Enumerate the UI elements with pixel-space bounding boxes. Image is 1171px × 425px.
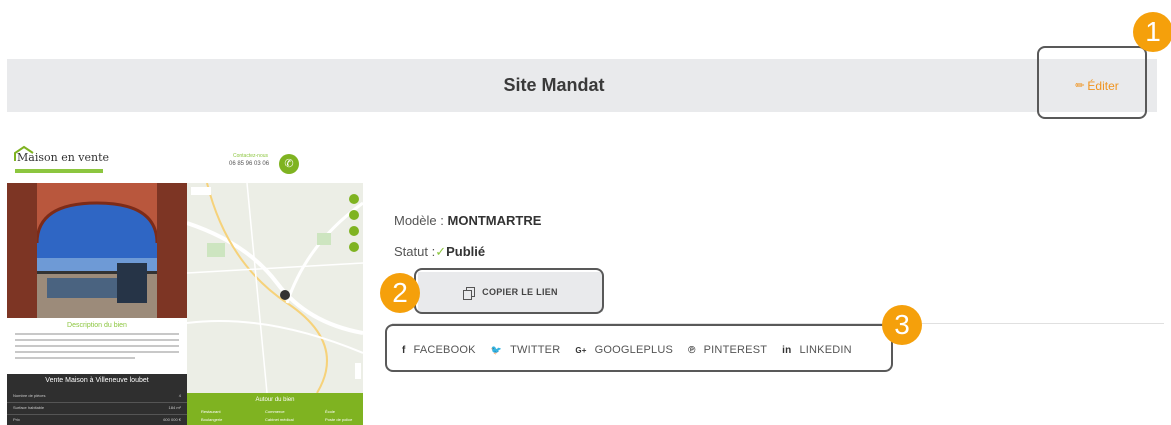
callout-box-social	[385, 324, 893, 372]
around-item: Commerce	[265, 409, 285, 414]
detail-value: 4	[178, 393, 181, 398]
detail-value: 600 000 €	[163, 417, 181, 422]
model-row: Modèle : MONTMARTRE	[394, 213, 541, 228]
status-value: Publié	[446, 244, 486, 259]
preview-details-panel: Vente Maison à Villeneuve loubet Nombre …	[7, 374, 187, 425]
check-icon: ✓	[435, 244, 447, 259]
around-item: Restaurant	[201, 409, 221, 414]
preview-description-title: Description du bien	[67, 322, 127, 329]
preview-phone-number: 06 85 96 03 06	[229, 161, 270, 167]
site-preview-thumbnail[interactable]: Maison en vente Contactez-nous 06 85 96 …	[7, 143, 363, 425]
text-line	[15, 345, 179, 347]
around-item: Cabinet médical	[265, 417, 294, 422]
around-item: Boulangerie	[201, 417, 223, 422]
text-line	[15, 333, 179, 335]
detail-label: Prix	[13, 417, 20, 422]
terrace-photo	[7, 183, 187, 318]
model-label: Modèle :	[394, 213, 444, 228]
detail-divider	[7, 402, 187, 403]
preview-around-panel: Autour du bien Restaurant Commerce École…	[187, 393, 363, 425]
callout-badge-1: 1	[1133, 12, 1171, 52]
around-item: École	[325, 409, 336, 414]
header-bar: Site Mandat ✏ Éditer	[7, 59, 1157, 112]
status-label: Statut :	[394, 244, 436, 259]
around-item: Poste de police	[325, 417, 353, 422]
status-row: Statut :✓Publié	[394, 244, 485, 260]
preview-phone-label: Contactez-nous	[233, 153, 269, 159]
text-line	[15, 351, 179, 353]
callout-badge-2: 2	[380, 273, 420, 313]
phone-icon: ✆	[279, 154, 299, 174]
detail-label: Nombre de pièces	[13, 393, 46, 398]
preview-property-photo	[7, 183, 187, 318]
preview-map	[187, 183, 363, 393]
preview-logo-strip	[15, 169, 103, 173]
callout-badge-3: 3	[882, 305, 922, 345]
preview-details-title: Vente Maison à Villeneuve loubet	[45, 377, 149, 384]
detail-label: Surface habitable	[13, 405, 45, 410]
page-title: Site Mandat	[503, 75, 605, 95]
callout-box-edit	[1037, 46, 1147, 119]
preview-header: Maison en vente Contactez-nous 06 85 96 …	[7, 143, 363, 183]
preview-logo-text: Maison en vente	[17, 151, 110, 164]
text-line	[15, 339, 179, 341]
detail-value: 184 m²	[168, 405, 181, 410]
model-value: MONTMARTRE	[447, 213, 542, 228]
preview-description: Description du bien	[7, 318, 187, 374]
text-line	[15, 357, 135, 359]
detail-divider	[7, 414, 187, 415]
callout-box-copy	[414, 268, 604, 314]
preview-around-title: Autour du bien	[255, 397, 295, 403]
map-graphic	[187, 183, 363, 393]
